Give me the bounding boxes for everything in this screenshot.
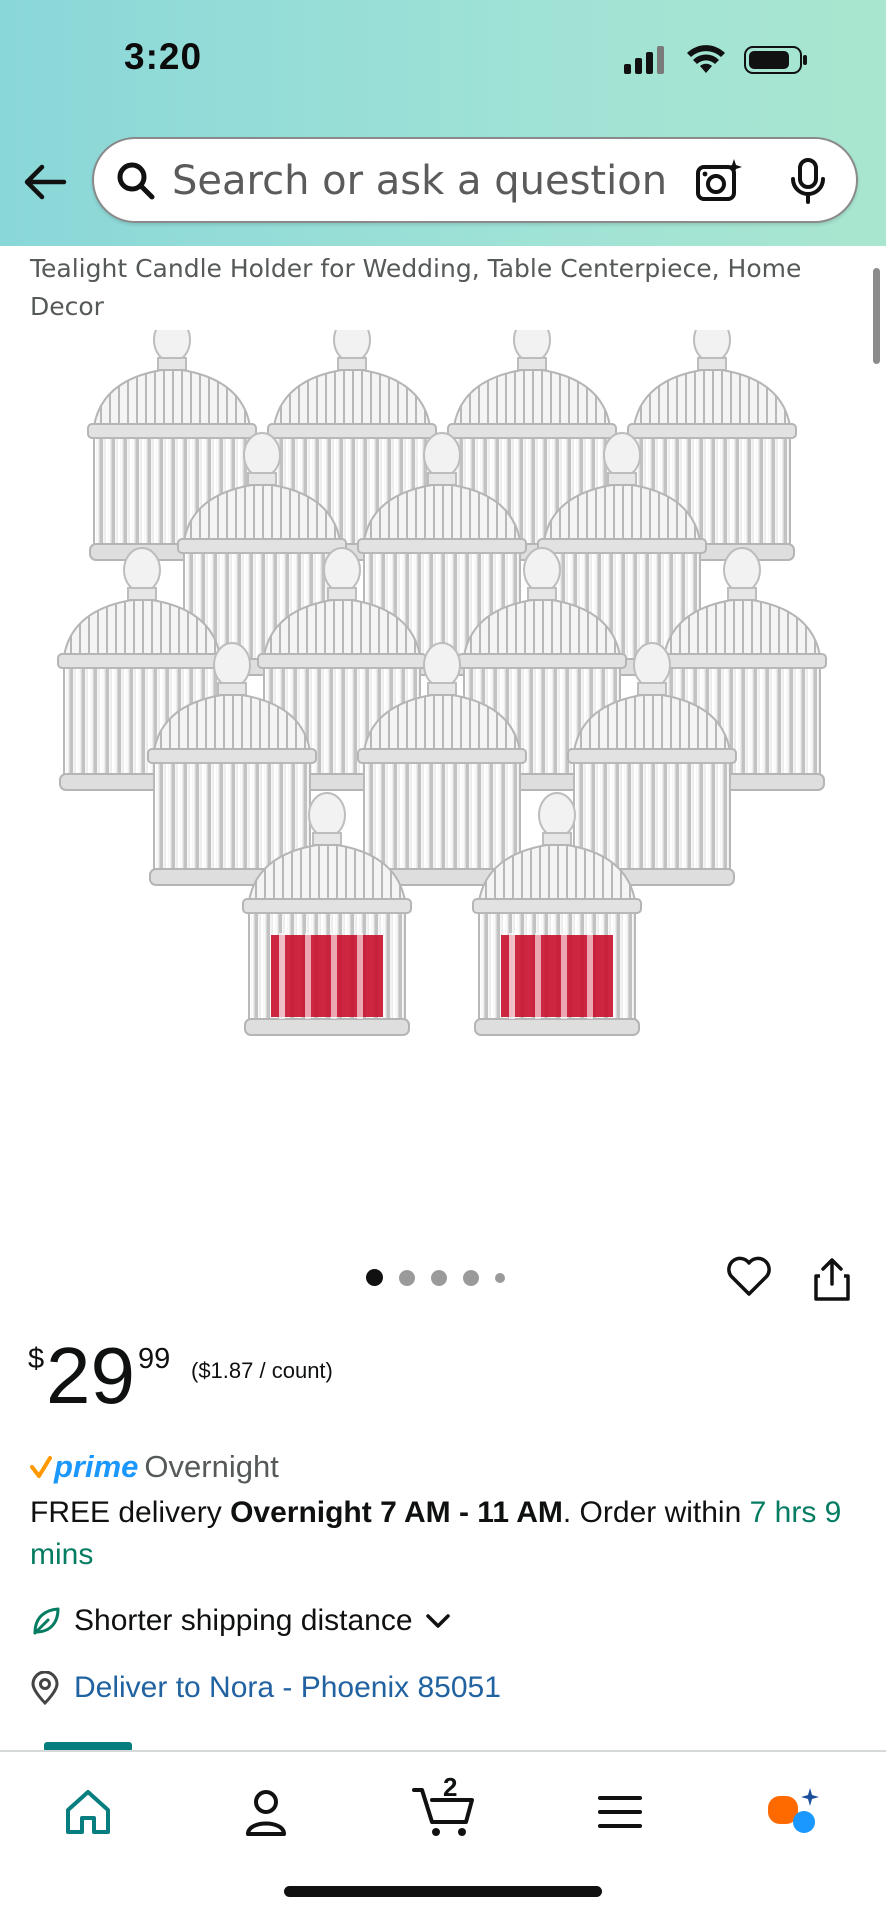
scroll-indicator bbox=[873, 268, 880, 364]
search-bar[interactable]: Search or ask a question bbox=[92, 137, 858, 223]
prime-check-icon bbox=[30, 1456, 52, 1478]
prime-tier: Overnight bbox=[144, 1449, 279, 1484]
price-fraction: 99 bbox=[138, 1343, 171, 1375]
header: 3:20 Search or ask a question bbox=[0, 0, 886, 246]
status-icons bbox=[624, 40, 808, 80]
rufus-ai-icon[interactable] bbox=[764, 1782, 824, 1842]
signal-icon bbox=[624, 46, 664, 74]
microphone-icon[interactable] bbox=[790, 157, 826, 205]
heart-icon[interactable] bbox=[726, 1255, 772, 1297]
delivery-info: FREE delivery Overnight 7 AM - 11 AM. Or… bbox=[30, 1492, 860, 1576]
shipping-note: Shorter shipping distance bbox=[74, 1604, 413, 1637]
back-arrow-icon[interactable] bbox=[20, 156, 72, 208]
share-icon[interactable] bbox=[812, 1256, 852, 1302]
home-indicator bbox=[284, 1886, 602, 1897]
wifi-icon bbox=[687, 45, 725, 73]
battery-icon bbox=[744, 46, 807, 74]
menu-icon[interactable] bbox=[590, 1782, 650, 1842]
price-whole: 29 bbox=[46, 1331, 135, 1420]
leaf-icon bbox=[33, 1607, 60, 1635]
carousel-dot[interactable] bbox=[431, 1269, 447, 1286]
image-carousel-dots[interactable] bbox=[366, 1269, 505, 1286]
home-icon[interactable] bbox=[58, 1782, 118, 1842]
product-title: Tealight Candle Holder for Wedding, Tabl… bbox=[30, 254, 802, 321]
deliver-to-location[interactable]: Deliver to Nora - Phoenix 85051 bbox=[30, 1665, 501, 1711]
cart-count: 2 bbox=[443, 1772, 458, 1802]
cart-button[interactable]: 2 bbox=[410, 1772, 480, 1844]
location-pin-icon bbox=[31, 1671, 59, 1705]
prime-badge: prime Overnight bbox=[30, 1445, 279, 1489]
prime-logo-text: prime bbox=[54, 1449, 139, 1484]
shipping-distance-toggle[interactable]: Shorter shipping distance bbox=[30, 1598, 451, 1644]
carousel-dot[interactable] bbox=[366, 1269, 383, 1286]
search-input[interactable]: Search or ask a question bbox=[172, 158, 667, 204]
carousel-dot[interactable] bbox=[463, 1269, 479, 1286]
deliver-to-text: Deliver to Nora - Phoenix 85051 bbox=[74, 1671, 501, 1704]
account-icon[interactable] bbox=[236, 1782, 296, 1842]
status-time: 3:20 bbox=[124, 36, 203, 77]
delivery-prefix: FREE delivery bbox=[30, 1496, 231, 1529]
price-currency: $ bbox=[28, 1343, 45, 1375]
carousel-dot[interactable] bbox=[399, 1269, 415, 1286]
product-image[interactable] bbox=[40, 330, 850, 1190]
unit-price: ($1.87 / count) bbox=[191, 1358, 333, 1383]
delivery-window: Overnight 7 AM - 11 AM bbox=[230, 1496, 563, 1529]
search-icon bbox=[117, 162, 155, 200]
camera-lens-icon[interactable] bbox=[694, 157, 742, 205]
carousel-dot[interactable] bbox=[495, 1272, 505, 1283]
chevron-down-icon bbox=[425, 1614, 450, 1628]
delivery-middle: . Order within bbox=[562, 1496, 750, 1529]
